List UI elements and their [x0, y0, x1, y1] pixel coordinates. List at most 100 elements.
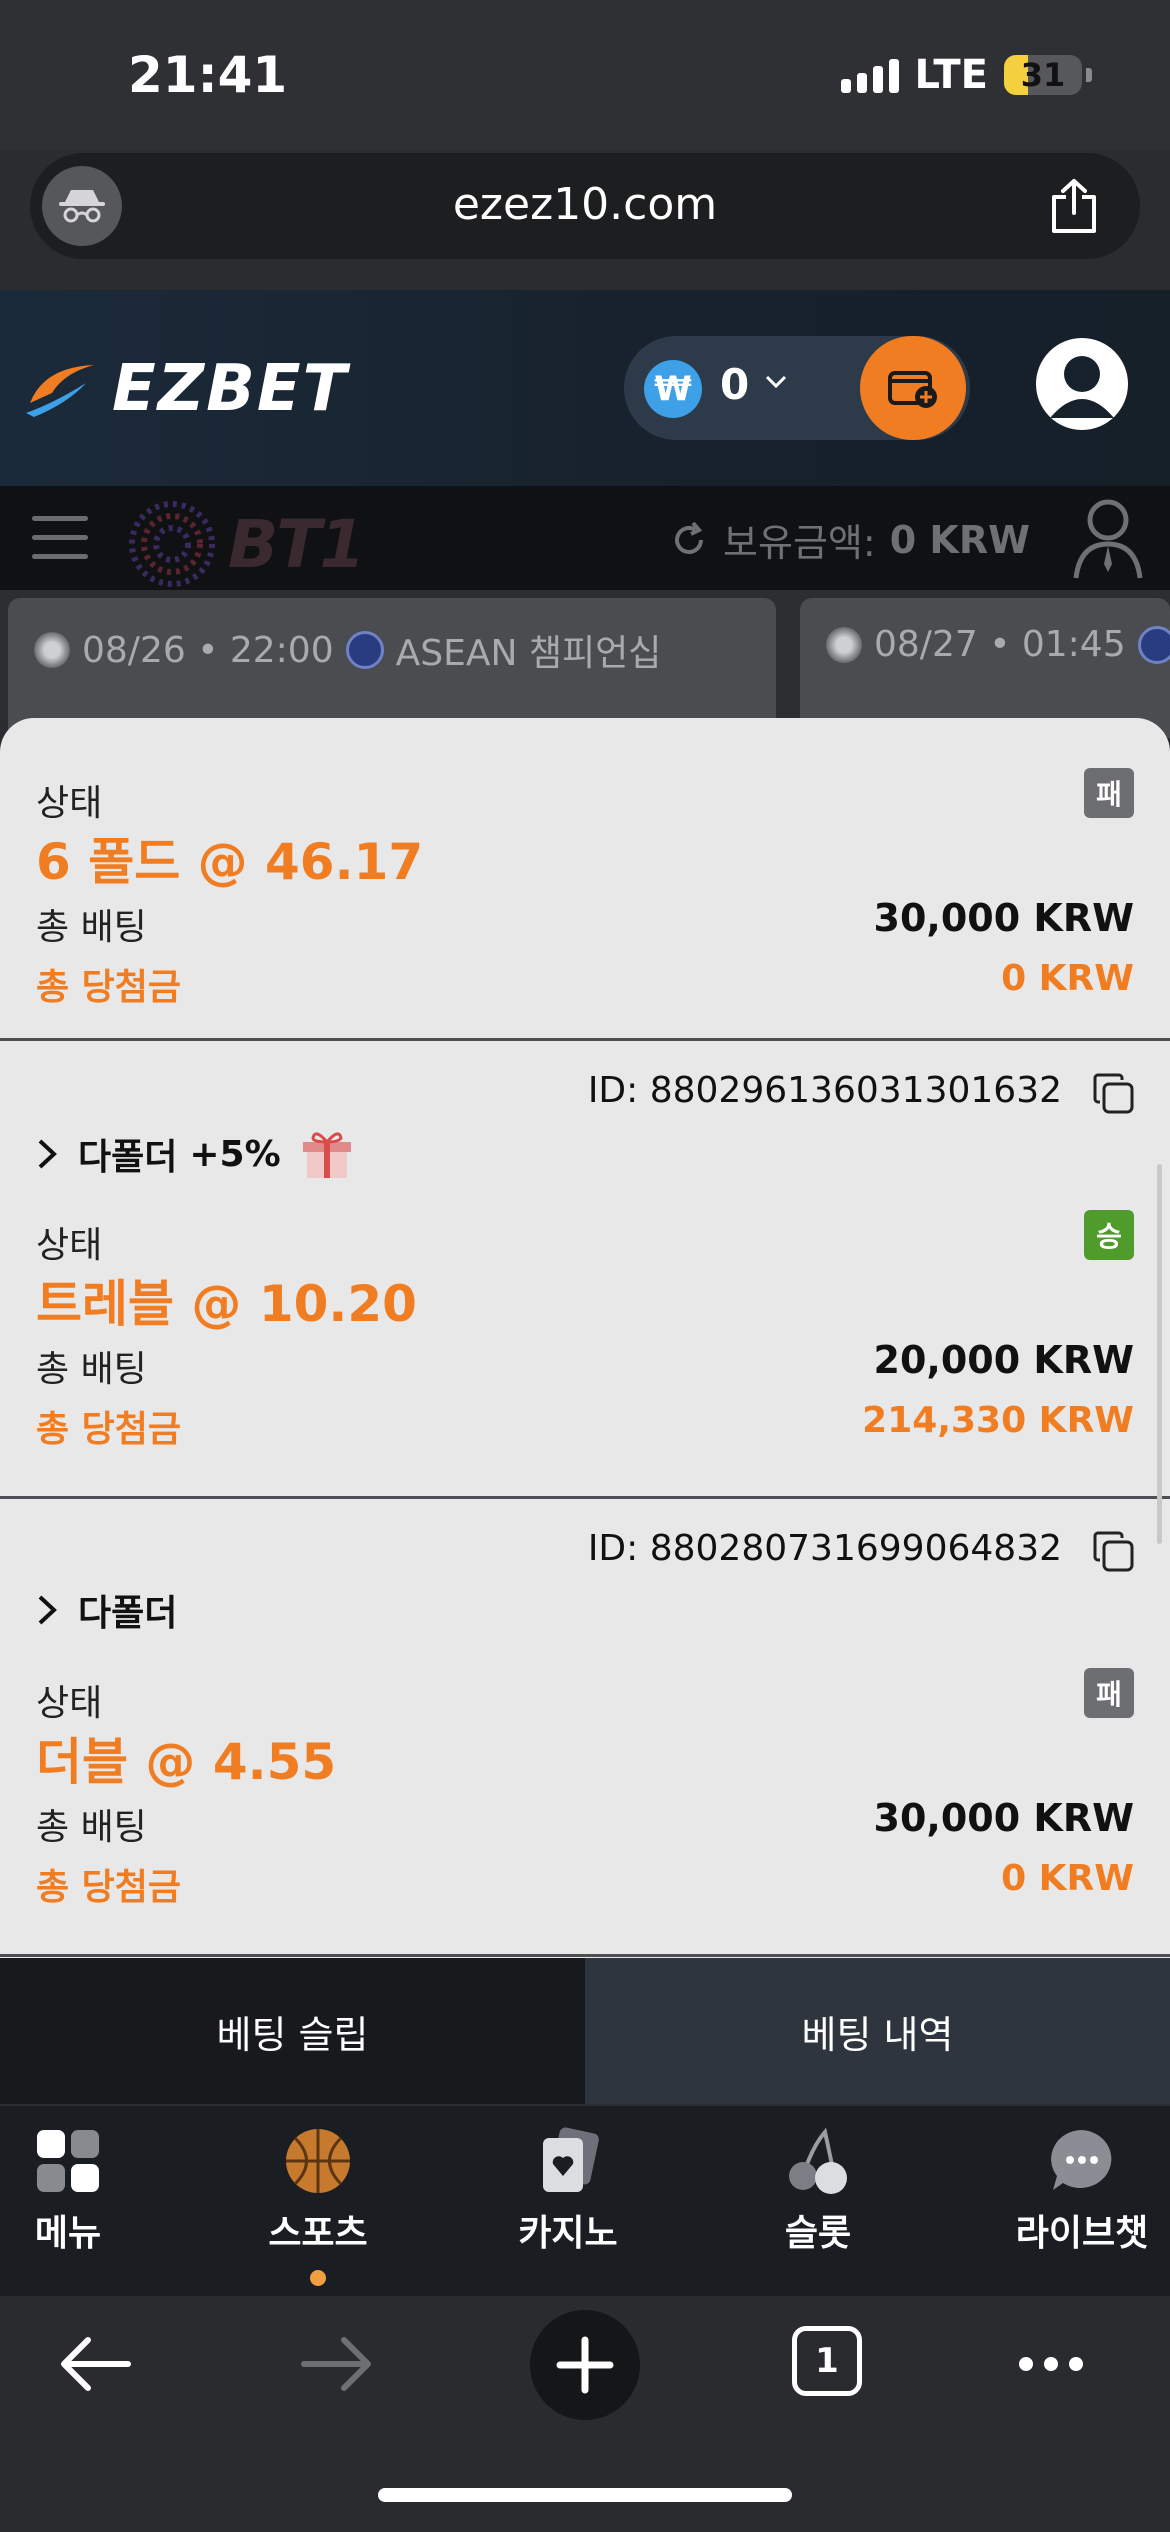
nav-item-slots[interactable]: 슬롯	[718, 2126, 918, 2256]
nav-label: 카지노	[518, 2213, 618, 2254]
fold-odds: 6 폴드 @ 46.17	[36, 833, 424, 891]
match-datetime: 08/26 • 22:00	[82, 629, 334, 671]
match-datetime: 08/27 • 01:45	[874, 624, 1126, 665]
total-bet-label: 총 배팅	[36, 1807, 147, 1848]
league-icon	[1137, 625, 1170, 664]
menu-icon[interactable]	[32, 516, 88, 573]
balance-label: 보유금액:	[723, 521, 876, 565]
back-icon[interactable]	[58, 2332, 132, 2396]
status-bar: 21:41 LTE 31	[0, 0, 1170, 150]
signal-icon	[840, 57, 899, 93]
copy-icon[interactable]	[1092, 1530, 1136, 1574]
battery-icon: 31	[1004, 55, 1082, 95]
deposit-button[interactable]	[860, 336, 966, 440]
bet-id: ID: 880296136031301632	[587, 1070, 1062, 1111]
gift-icon	[302, 1132, 351, 1178]
fold-odds: 더블 @ 4.55	[36, 1733, 337, 1791]
total-bet-value: 30,000 KRW	[873, 1796, 1135, 1840]
grid-icon	[37, 2130, 99, 2192]
share-icon[interactable]	[1048, 177, 1100, 239]
bet-type-label: 다폴더	[78, 1593, 178, 1634]
bt1-logo[interactable]: BT1	[126, 498, 365, 590]
wallet-balance[interactable]: ₩ 0	[624, 336, 970, 440]
nav-item-casino[interactable]: 카지노	[468, 2126, 668, 2256]
user-icon	[1050, 356, 1114, 418]
status-time: 21:41	[128, 46, 288, 104]
total-bet-value: 30,000 KRW	[873, 896, 1135, 940]
network-label: LTE	[914, 52, 988, 98]
more-icon[interactable]	[1016, 2354, 1086, 2374]
copy-icon[interactable]	[1092, 1072, 1136, 1116]
bet-id: ID: 880280731699064832	[587, 1528, 1062, 1569]
bet-type-toggle[interactable]: 다폴더	[36, 1584, 177, 1636]
bt1-text: BT1	[228, 505, 365, 583]
ezbet-logo[interactable]: EZBET	[24, 352, 348, 426]
bet-item: ID: 880280731699064832 다폴더 상태 패 더블 @ 4.5…	[0, 1498, 1170, 1957]
account-icon[interactable]	[1070, 494, 1146, 586]
tab-bet-slip[interactable]: 베팅 슬립	[0, 1958, 585, 2104]
bet-item: ID: 880296136031301632 다폴더 +5% 상태 승 트레블 …	[0, 1040, 1170, 1499]
nav-label: 슬롯	[784, 2213, 852, 2254]
total-win-value: 214,330 KRW	[862, 1400, 1134, 1441]
ezbet-logo-icon	[26, 365, 94, 417]
tabs-button[interactable]: 1	[792, 2326, 862, 2396]
nav-label: 스포츠	[268, 2213, 368, 2254]
active-indicator	[310, 2270, 326, 2286]
profile-button[interactable]	[1036, 338, 1128, 430]
address-bar[interactable]: ezez10.com	[30, 153, 1140, 259]
scrollbar[interactable]	[1157, 1164, 1162, 1544]
new-tab-button[interactable]	[530, 2310, 640, 2420]
site-header: EZBET ₩ 0	[0, 290, 1170, 486]
bottom-nav: 메뉴 스포츠 카지노 슬롯 라이브챗	[0, 2106, 1170, 2296]
refresh-icon[interactable]	[669, 520, 709, 560]
match-strip: 08/26 • 22:00 ASEAN 챔피언십 08/27 • 01:45	[0, 590, 1170, 738]
status-badge: 패	[1084, 768, 1134, 818]
status-label: 상태	[36, 783, 103, 824]
nav-item-menu[interactable]: 메뉴	[0, 2126, 168, 2256]
nav-label: 라이브챗	[1015, 2213, 1149, 2254]
total-win-label: 총 당첨금	[36, 967, 182, 1008]
bet-type-toggle[interactable]: 다폴더 +5%	[36, 1126, 355, 1182]
wallet-plus-icon	[888, 371, 937, 408]
match-card[interactable]: 08/27 • 01:45	[800, 598, 1170, 738]
match-league: ASEAN 챔피언십	[395, 633, 662, 674]
bonus-label: +5%	[189, 1133, 281, 1175]
bet-type-label: 다폴더	[78, 1137, 178, 1178]
nav-item-livechat[interactable]: 라이브챗	[982, 2126, 1170, 2256]
bet-history-sheet: 상태 패 6 폴드 @ 46.17 총 배팅 30,000 KRW 총 당첨금 …	[0, 718, 1170, 1958]
won-icon: ₩	[644, 360, 702, 418]
status-label: 상태	[36, 1225, 103, 1266]
league-icon	[345, 631, 384, 669]
chevron-down-icon[interactable]	[764, 374, 788, 390]
chat-icon	[1051, 2130, 1112, 2190]
total-bet-label: 총 배팅	[36, 1349, 147, 1390]
match-card[interactable]: 08/26 • 22:00 ASEAN 챔피언십	[8, 598, 776, 738]
soccer-ball-icon	[826, 626, 862, 663]
total-bet-value: 20,000 KRW	[873, 1338, 1135, 1382]
total-bet-label: 총 배팅	[36, 907, 147, 948]
total-win-value: 0 KRW	[1001, 1858, 1134, 1899]
cherry-icon	[789, 2127, 847, 2194]
tab-bet-history[interactable]: 베팅 내역	[585, 1958, 1170, 2104]
logo-text: EZBET	[112, 352, 349, 426]
wallet-amount: 0	[720, 360, 750, 409]
home-indicator	[378, 2488, 792, 2502]
basketball-icon	[286, 2129, 350, 2193]
total-win-value: 0 KRW	[1001, 958, 1134, 999]
total-win-label: 총 당첨금	[36, 1409, 182, 1450]
forward-icon[interactable]	[300, 2332, 374, 2396]
chevron-right-icon	[38, 1139, 57, 1169]
soccer-ball-icon	[34, 632, 70, 668]
status-label: 상태	[36, 1683, 103, 1724]
bet-tabs: 베팅 슬립 베팅 내역	[0, 1958, 1170, 2104]
status-badge: 패	[1084, 1668, 1134, 1718]
battery-level: 31	[1020, 56, 1066, 94]
balance-display[interactable]: 보유금액: 0 KRW	[669, 512, 1030, 567]
status-indicators: LTE 31	[840, 52, 1092, 98]
url-text[interactable]: ezez10.com	[30, 179, 1140, 230]
fold-odds: 트레블 @ 10.20	[36, 1275, 417, 1333]
nav-item-sports[interactable]: 스포츠	[218, 2126, 418, 2286]
bt1-globe-icon	[129, 501, 215, 587]
bt1-bar: BT1 보유금액: 0 KRW	[0, 486, 1170, 590]
nav-label: 메뉴	[34, 2213, 102, 2254]
